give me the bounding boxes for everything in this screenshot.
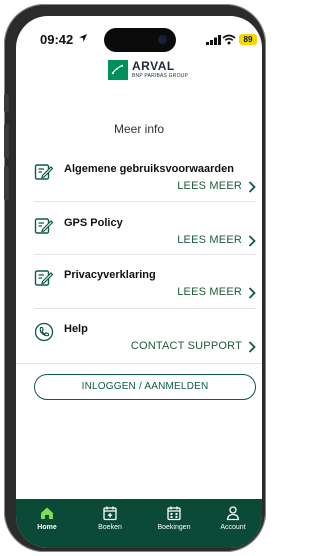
tab-boekingen[interactable]: Boekingen [147, 505, 201, 543]
info-item-title: Help [64, 323, 88, 335]
chevron-right-icon [248, 341, 256, 353]
location-arrow-icon [79, 34, 87, 42]
calendar-plus-icon [103, 506, 117, 521]
camera-icon [158, 35, 167, 44]
info-item-help[interactable]: Help CONTACT SUPPORT [34, 316, 256, 370]
read-more-link[interactable]: LEES MEER [177, 234, 242, 246]
document-edit-icon [34, 218, 54, 234]
read-more-link[interactable]: LEES MEER [177, 286, 242, 298]
volume-down-button [4, 166, 9, 200]
read-more-link[interactable]: LEES MEER [177, 180, 242, 192]
contact-support-link[interactable]: CONTACT SUPPORT [131, 340, 242, 352]
login-register-button[interactable]: INLOGGEN / AANMELDEN [34, 374, 256, 400]
home-icon [41, 507, 53, 519]
battery-indicator: 89 [239, 34, 257, 45]
stars-icon [111, 64, 124, 75]
tab-account[interactable]: Account [206, 505, 260, 543]
info-item-title: GPS Policy [64, 217, 123, 229]
chevron-right-icon [248, 181, 256, 193]
dynamic-island [104, 28, 176, 52]
app-screen: 09:42 89 ARVAL BNP PARIBAS GROUP Meer in… [16, 16, 262, 548]
divider [34, 201, 256, 202]
chevron-right-icon [248, 235, 256, 247]
signal-icon [206, 35, 221, 45]
divider [16, 363, 262, 364]
user-icon [226, 506, 240, 521]
logo-name: ARVAL [132, 59, 175, 73]
info-item-title: Algemene gebruiksvoorwaarden [64, 163, 234, 175]
page-title: Meer info [113, 122, 165, 136]
arval-logo: ARVAL BNP PARIBAS GROUP [108, 58, 198, 82]
info-item-gps-policy[interactable]: GPS Policy LEES MEER [34, 210, 256, 264]
document-edit-icon [34, 270, 54, 286]
volume-up-button [4, 124, 9, 158]
tab-home[interactable]: Home [20, 505, 74, 543]
divider [34, 254, 256, 255]
chevron-right-icon [248, 287, 256, 299]
status-time: 09:42 [40, 32, 74, 47]
mute-switch [4, 94, 9, 112]
tab-label: Account [220, 524, 246, 531]
phone-icon [34, 322, 54, 342]
tab-boeken[interactable]: Boeken [83, 505, 137, 543]
info-item-title: Privacyverklaring [64, 269, 156, 281]
document-edit-icon [34, 164, 54, 180]
divider [34, 308, 256, 309]
status-bar: 09:42 89 [16, 16, 262, 56]
tab-label: Boekingen [157, 524, 191, 531]
calendar-grid-icon [167, 506, 181, 521]
logo-subtitle: BNP PARIBAS GROUP [132, 73, 189, 79]
tab-label: Boeken [98, 524, 122, 531]
tab-bar: Home Boeken Boekingen Account [16, 499, 262, 548]
wifi-icon [222, 34, 236, 45]
phone-frame: 09:42 89 ARVAL BNP PARIBAS GROUP Meer in… [4, 4, 266, 552]
arval-logo-mark [108, 60, 128, 80]
tab-label: Home [37, 524, 57, 531]
